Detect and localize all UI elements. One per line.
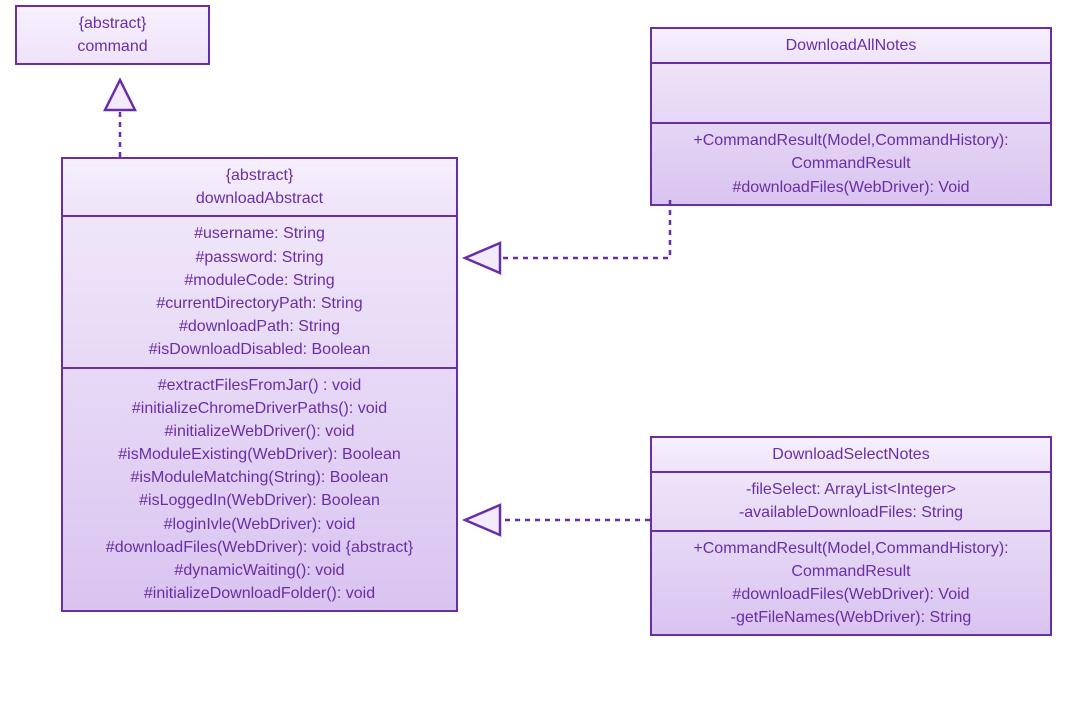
class-download-all-notes: DownloadAllNotes +CommandResult(Model,Co… [650, 27, 1052, 206]
class-download-abstract-ops: #extractFilesFromJar() : void #initializ… [63, 367, 456, 611]
op: #downloadFiles(WebDriver): Void [660, 583, 1042, 606]
op: #isLoggedIn(WebDriver): Boolean [71, 489, 448, 512]
stereotype: {abstract} [71, 164, 448, 187]
attr: #moduleCode: String [71, 269, 448, 292]
op: #initializeChromeDriverPaths(): void [71, 397, 448, 420]
op: #dynamicWaiting(): void [71, 559, 448, 582]
op: -getFileNames(WebDriver): String [660, 606, 1042, 629]
attr: #downloadPath: String [71, 315, 448, 338]
op: CommandResult [660, 152, 1042, 175]
class-name: DownloadSelectNotes [660, 443, 1042, 466]
op: +CommandResult(Model,CommandHistory): [660, 129, 1042, 152]
arrow-download-select-notes-head [465, 505, 500, 535]
op: #isModuleMatching(String): Boolean [71, 466, 448, 489]
attr: #isDownloadDisabled: Boolean [71, 338, 448, 361]
attr: #username: String [71, 222, 448, 245]
arrow-download-all-notes-line [500, 200, 670, 258]
class-download-all-notes-title: DownloadAllNotes [652, 29, 1050, 62]
class-download-select-notes-title: DownloadSelectNotes [652, 438, 1050, 471]
class-download-all-notes-attrs [652, 62, 1050, 122]
class-download-abstract-attrs: #username: String #password: String #mod… [63, 215, 456, 366]
class-name: command [25, 35, 200, 58]
class-name: downloadAbstract [71, 187, 448, 210]
class-download-abstract-title: {abstract} downloadAbstract [63, 159, 456, 215]
attr: -availableDownloadFiles: String [660, 501, 1042, 524]
class-download-select-notes-attrs: -fileSelect: ArrayList<Integer> -availab… [652, 471, 1050, 529]
op: #downloadFiles(WebDriver): void {abstrac… [71, 536, 448, 559]
op: #extractFilesFromJar() : void [71, 374, 448, 397]
attr: #currentDirectoryPath: String [71, 292, 448, 315]
arrow-download-abstract-to-command-head [105, 80, 135, 110]
class-download-abstract: {abstract} downloadAbstract #username: S… [61, 157, 458, 612]
op: #initializeDownloadFolder(): void [71, 582, 448, 605]
class-download-select-notes-ops: +CommandResult(Model,CommandHistory): Co… [652, 530, 1050, 635]
op: #initializeWebDriver(): void [71, 420, 448, 443]
op: +CommandResult(Model,CommandHistory): [660, 537, 1042, 560]
class-name: DownloadAllNotes [660, 34, 1042, 57]
attr: -fileSelect: ArrayList<Integer> [660, 478, 1042, 501]
class-download-select-notes: DownloadSelectNotes -fileSelect: ArrayLi… [650, 436, 1052, 636]
op: #downloadFiles(WebDriver): Void [660, 176, 1042, 199]
op: CommandResult [660, 560, 1042, 583]
class-command: {abstract} command [15, 5, 210, 65]
attr: #password: String [71, 246, 448, 269]
class-download-all-notes-ops: +CommandResult(Model,CommandHistory): Co… [652, 122, 1050, 204]
class-command-title: {abstract} command [17, 7, 208, 63]
op: #isModuleExisting(WebDriver): Boolean [71, 443, 448, 466]
arrow-download-all-notes-head [465, 243, 500, 273]
op: #loginIvle(WebDriver): void [71, 513, 448, 536]
stereotype: {abstract} [25, 12, 200, 35]
